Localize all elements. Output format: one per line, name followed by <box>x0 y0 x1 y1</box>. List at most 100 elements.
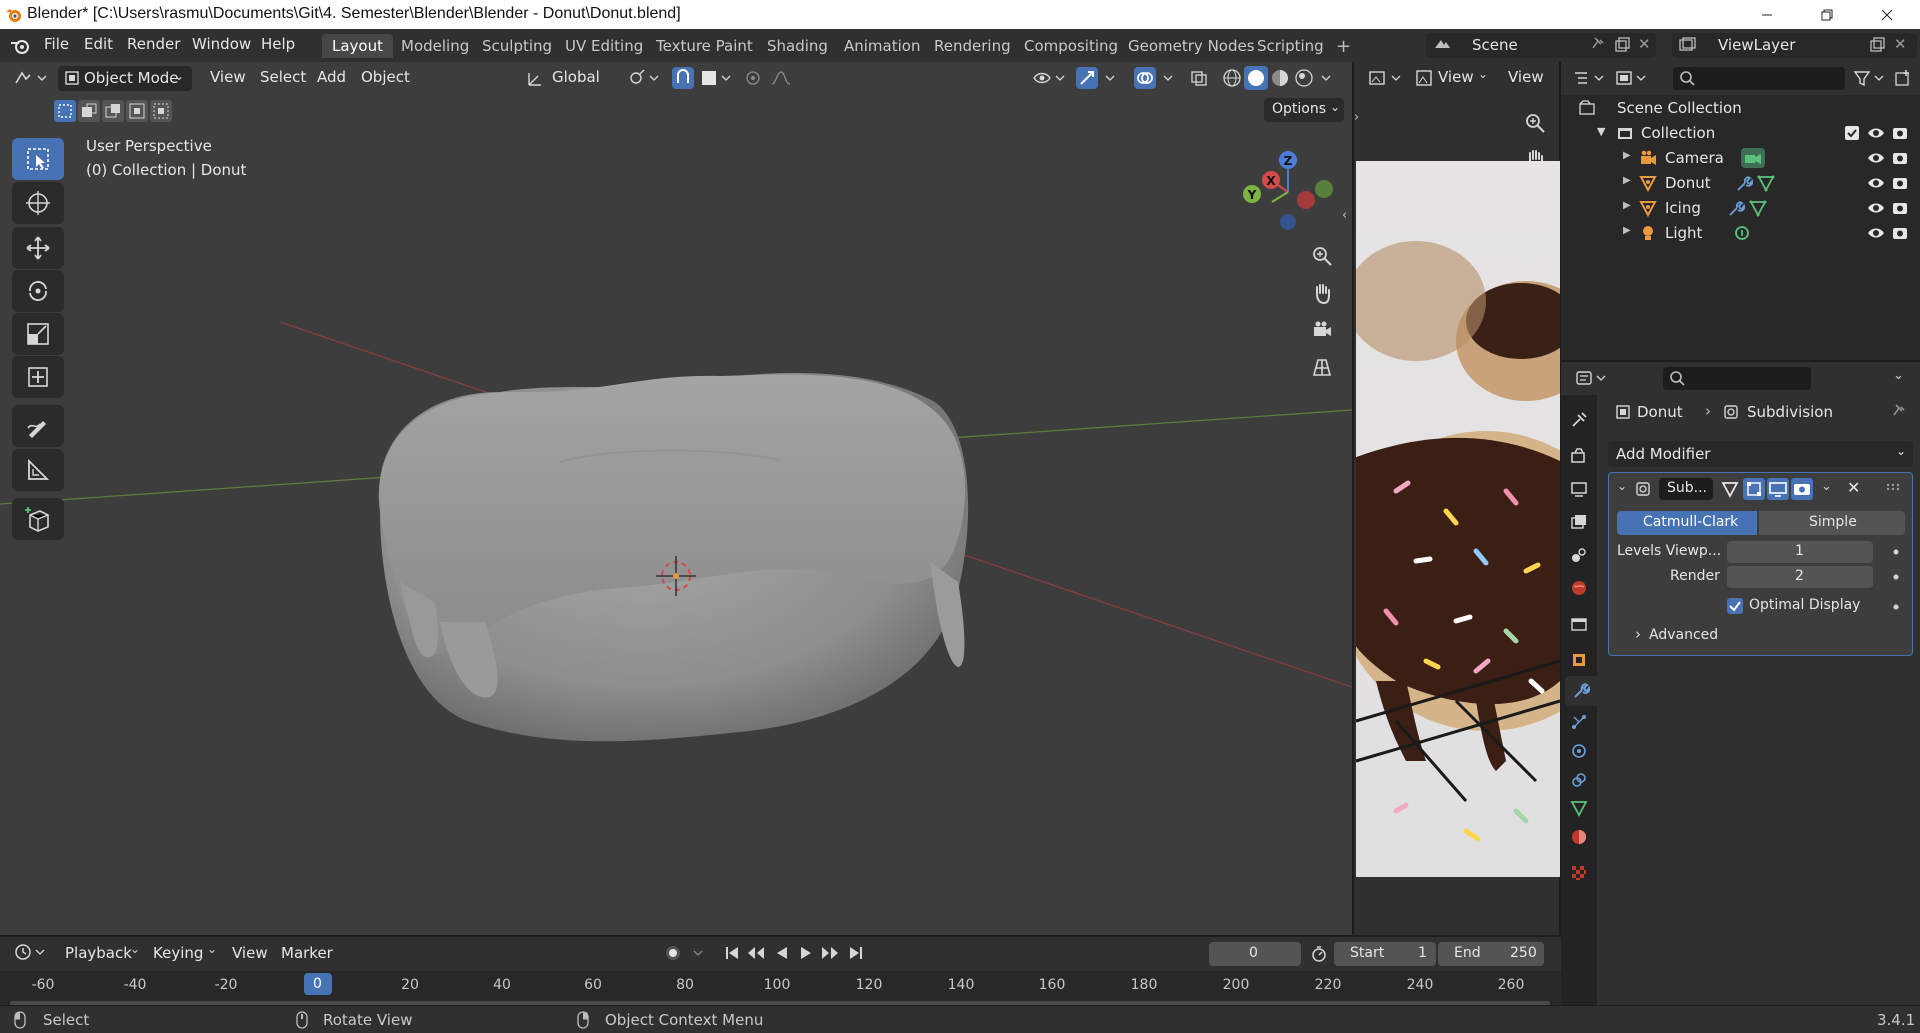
rotate-tool[interactable] <box>12 270 64 312</box>
select-extend-icon[interactable] <box>78 100 100 122</box>
physics-tab-icon[interactable] <box>1565 736 1593 766</box>
viewport-display-icon[interactable] <box>1767 478 1789 500</box>
tab-geometry-nodes[interactable]: Geometry Nodes <box>1118 34 1265 58</box>
levels-viewport-field[interactable]: 1 <box>1727 541 1873 563</box>
menu-timeline-view[interactable]: View <box>232 944 268 962</box>
select-invert-icon[interactable] <box>126 100 148 122</box>
world-tab-icon[interactable] <box>1565 573 1593 603</box>
move-tool[interactable] <box>12 227 64 269</box>
mode-dropdown[interactable]: Object Mode ⌄ <box>58 66 192 91</box>
pivot-icon[interactable] <box>628 69 662 87</box>
tab-sculpting[interactable]: Sculpting <box>472 34 562 58</box>
menu-render[interactable]: Render <box>127 35 180 53</box>
modifier-name-input[interactable]: Sub... <box>1659 478 1713 500</box>
camera-render-icon[interactable] <box>1892 175 1908 191</box>
expand-right-icon[interactable]: ▶ <box>1623 200 1631 211</box>
menu-window[interactable]: Window <box>192 35 251 53</box>
outliner-row-collection[interactable]: ▼ Collection <box>1561 121 1920 146</box>
texture-tab-icon[interactable] <box>1565 858 1593 888</box>
add-cube-tool[interactable] <box>12 498 64 540</box>
chevron-right-icon[interactable]: › <box>1635 625 1641 643</box>
annotate-tool[interactable] <box>12 405 64 447</box>
menu-select[interactable]: Select <box>260 68 306 86</box>
material-tab-icon[interactable] <box>1565 822 1593 852</box>
snap-target-icon[interactable] <box>700 69 734 87</box>
tab-modeling[interactable]: Modeling <box>391 34 479 58</box>
camera-render-icon[interactable] <box>1892 200 1908 216</box>
render-levels-field[interactable]: 2 <box>1727 566 1873 588</box>
wireframe-shading-icon[interactable] <box>1222 68 1242 88</box>
menu-add[interactable]: Add <box>317 68 346 86</box>
menu-object[interactable]: Object <box>361 68 410 86</box>
pin-icon[interactable] <box>1891 403 1907 421</box>
expand-right-icon[interactable]: ▶ <box>1623 225 1631 236</box>
scene-selector[interactable]: Scene ✕ <box>1426 33 1656 58</box>
play-reverse-icon[interactable] <box>774 945 790 961</box>
select-intersect-icon[interactable] <box>150 100 172 122</box>
delete-viewlayer-icon[interactable]: ✕ <box>1894 35 1907 53</box>
jump-keyframe-forward-icon[interactable] <box>820 945 840 961</box>
keyframe-dot-icon[interactable] <box>1891 545 1901 559</box>
add-workspace-icon[interactable]: + <box>1336 36 1351 57</box>
scale-tool[interactable] <box>12 313 64 355</box>
tab-rendering[interactable]: Rendering <box>924 34 1021 58</box>
timeline-editor-type-icon[interactable] <box>14 943 50 961</box>
shading-dropdown-icon[interactable] <box>1320 69 1334 87</box>
menu-playback[interactable]: Playback <box>65 944 132 962</box>
solid-shading-icon[interactable] <box>1244 66 1268 90</box>
jump-keyframe-back-icon[interactable] <box>746 945 766 961</box>
tab-scripting[interactable]: Scripting <box>1247 34 1334 58</box>
camera-render-icon[interactable] <box>1892 150 1908 166</box>
tab-compositing[interactable]: Compositing <box>1014 34 1128 58</box>
collection-exclude-checkbox[interactable] <box>1845 126 1859 140</box>
menu-edit[interactable]: Edit <box>84 35 113 53</box>
play-icon[interactable] <box>798 945 814 961</box>
expand-down-icon[interactable]: ▼ <box>1597 125 1605 138</box>
visibility-icon[interactable] <box>1032 69 1068 87</box>
playhead[interactable]: 0 <box>304 973 332 995</box>
advanced-subpanel-label[interactable]: Advanced <box>1649 627 1718 643</box>
optimal-display-checkbox[interactable] <box>1727 598 1743 614</box>
zoom-icon[interactable] <box>1305 239 1339 273</box>
outliner-row-donut[interactable]: ▶ Donut <box>1561 171 1920 196</box>
image-mode-icon[interactable] <box>1416 70 1432 86</box>
image-view-menu-2[interactable]: View <box>1508 68 1544 86</box>
camera-render-icon[interactable] <box>1892 125 1908 141</box>
simple-button[interactable]: Simple <box>1759 511 1905 535</box>
options-dropdown[interactable]: Options ⌄ <box>1264 98 1344 122</box>
wrench-icon[interactable] <box>1727 200 1745 218</box>
navigation-gizmo[interactable]: Z X Y <box>1236 138 1352 238</box>
eye-icon[interactable] <box>1867 200 1885 216</box>
outliner-type-icon[interactable] <box>1573 69 1609 87</box>
proportional-edit-icon[interactable] <box>744 69 794 87</box>
restore-button[interactable] <box>1804 0 1850 29</box>
cursor-tool[interactable] <box>12 182 64 224</box>
camera-data-icon[interactable] <box>1741 148 1765 168</box>
display-mode-icon[interactable] <box>1615 69 1651 87</box>
pan-hand-icon[interactable] <box>1305 276 1339 310</box>
eye-icon[interactable] <box>1867 125 1885 141</box>
overlays-icon[interactable] <box>1134 67 1156 89</box>
tab-uv-editing[interactable]: UV Editing <box>555 34 653 58</box>
editmode-cage-icon[interactable] <box>1721 480 1739 498</box>
minimize-button[interactable] <box>1744 0 1790 29</box>
collection-tab-icon[interactable] <box>1565 609 1593 639</box>
3d-viewport[interactable]: Object Mode ⌄ View Select Add Object Glo… <box>0 62 1352 935</box>
menu-view[interactable]: View <box>210 68 246 86</box>
new-viewlayer-icon[interactable] <box>1869 37 1885 53</box>
constraints-tab-icon[interactable] <box>1565 765 1593 795</box>
tab-animation[interactable]: Animation <box>834 34 930 58</box>
new-scene-icon[interactable] <box>1614 37 1630 53</box>
camera-render-icon[interactable] <box>1892 225 1908 241</box>
image-editor-type-icon[interactable] <box>1368 69 1404 87</box>
editmode-icon[interactable] <box>1743 478 1765 500</box>
menu-keying[interactable]: Keying <box>153 944 203 962</box>
chevron-down-icon[interactable]: ⌄ <box>1893 368 1904 383</box>
properties-editor[interactable]: ⌄ Donut › Subdivision Add Modifier ⌄ ⌄ S… <box>1561 362 1920 1005</box>
select-box-tool[interactable] <box>12 138 64 180</box>
scene-tab-icon[interactable] <box>1565 540 1593 570</box>
overlays-dropdown-icon[interactable] <box>1162 69 1176 87</box>
end-frame-field[interactable]: End 250 <box>1438 942 1544 966</box>
object-tab-icon[interactable] <box>1565 645 1593 675</box>
keyframe-dot-icon[interactable] <box>1891 600 1901 614</box>
